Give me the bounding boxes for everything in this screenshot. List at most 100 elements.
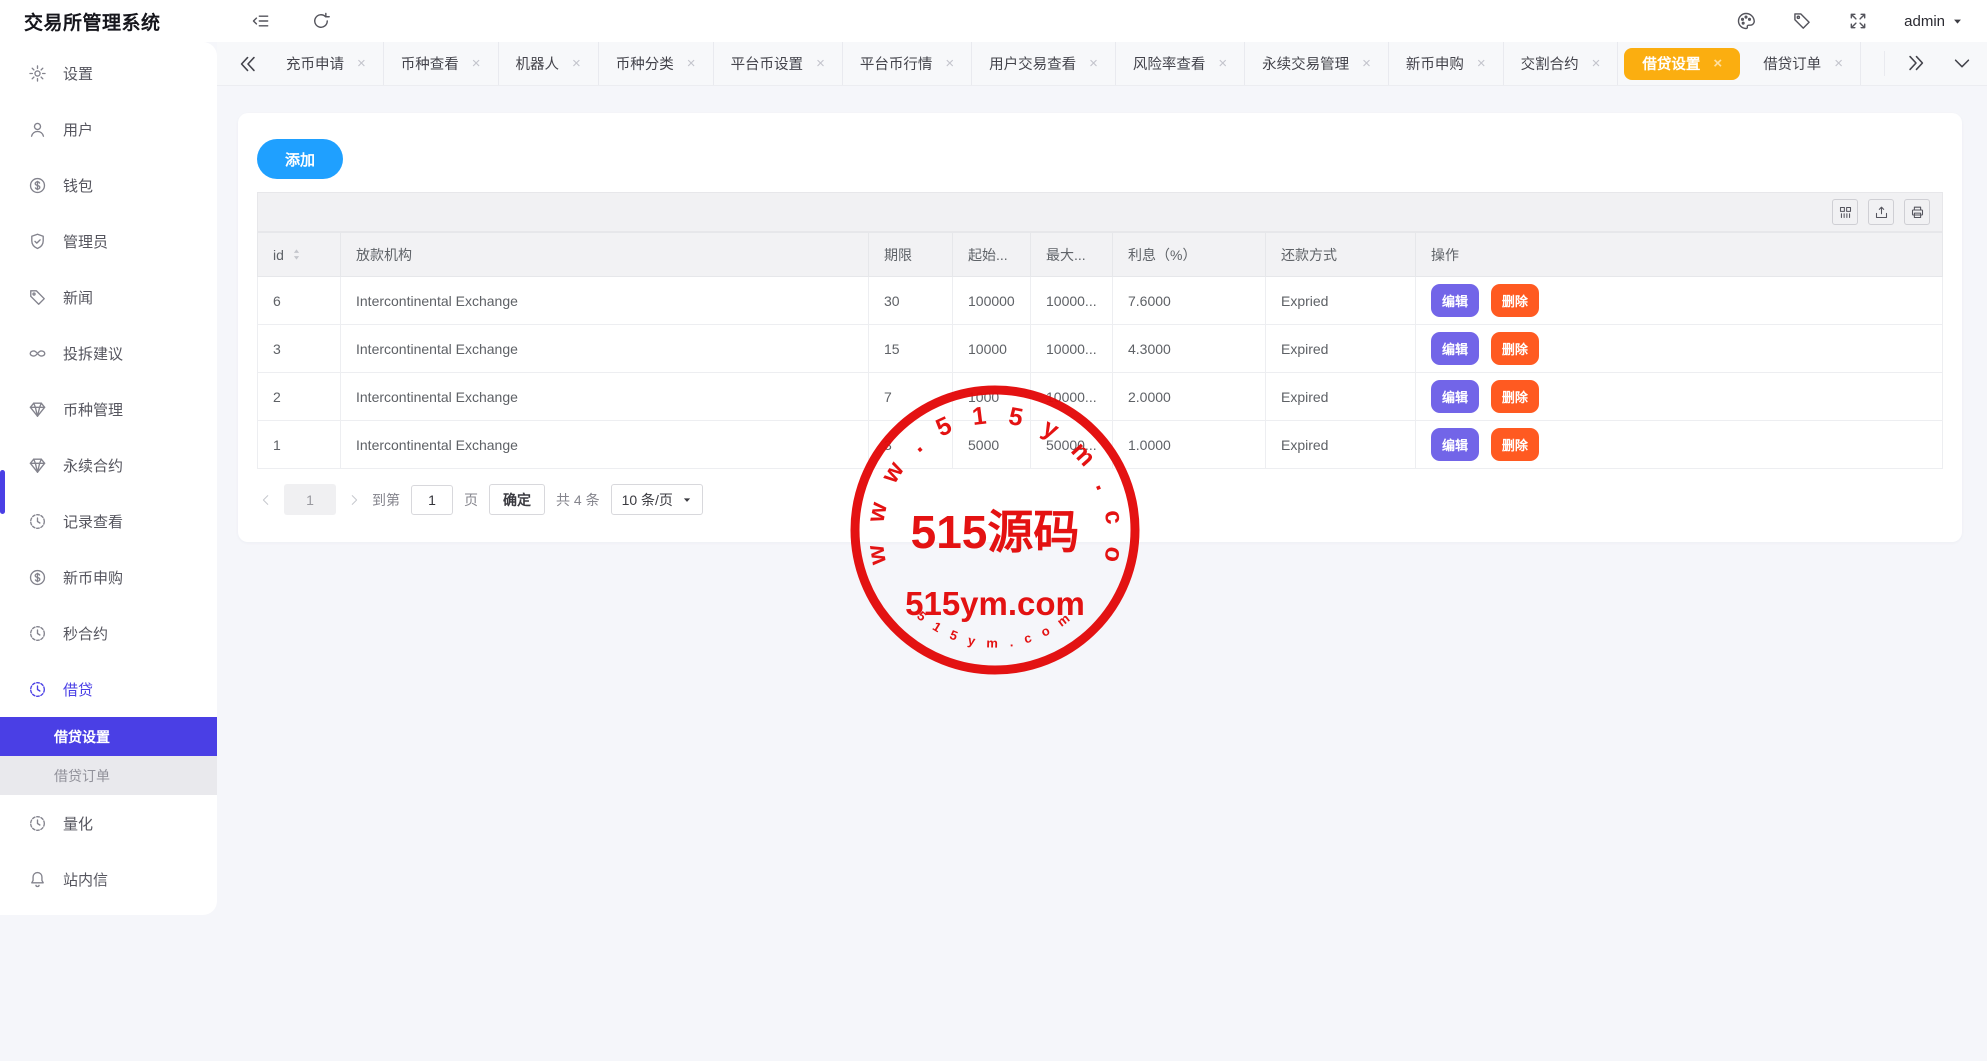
sidebar-item-icon bbox=[28, 120, 47, 139]
tabs-menu-chevron-icon[interactable] bbox=[1951, 52, 1973, 74]
page-size-select[interactable]: 10 条/页 bbox=[611, 484, 703, 515]
tab-close-icon[interactable]: × bbox=[1089, 56, 1098, 71]
next-page-icon[interactable] bbox=[347, 493, 361, 507]
current-page-badge[interactable]: 1 bbox=[284, 484, 336, 515]
tab-item[interactable]: 平台币设置 × bbox=[714, 42, 843, 85]
table-column-header[interactable]: 还款方式 bbox=[1266, 233, 1416, 277]
sidebar-item[interactable]: 秒合约 bbox=[0, 605, 217, 661]
cell-org: Intercontinental Exchange bbox=[341, 325, 869, 373]
edit-button[interactable]: 编辑 bbox=[1431, 332, 1479, 365]
cell-id: 1 bbox=[258, 421, 341, 469]
sidebar-item-label: 投拆建议 bbox=[63, 343, 123, 364]
tab-item[interactable]: 借贷订单 × bbox=[1746, 42, 1861, 85]
tab-item[interactable]: 币种查看 × bbox=[384, 42, 499, 85]
fullscreen-icon[interactable] bbox=[1848, 11, 1868, 31]
print-button[interactable] bbox=[1904, 199, 1930, 225]
tab-item[interactable]: 用户交易查看 × bbox=[972, 42, 1116, 85]
cell-id: 2 bbox=[258, 373, 341, 421]
theme-palette-icon[interactable] bbox=[1736, 11, 1756, 31]
sort-icon[interactable] bbox=[290, 248, 303, 261]
tab-item[interactable]: 永续交易管理 × bbox=[1245, 42, 1389, 85]
tab-close-icon[interactable]: × bbox=[1477, 56, 1486, 71]
refresh-icon[interactable] bbox=[311, 11, 331, 31]
sidebar-item-icon bbox=[28, 456, 47, 475]
prev-page-icon[interactable] bbox=[259, 493, 273, 507]
sidebar-subitem[interactable]: 借贷订单 bbox=[0, 756, 217, 795]
tab-item[interactable]: 机器人 × bbox=[499, 42, 599, 85]
tab-close-icon[interactable]: × bbox=[1592, 56, 1601, 71]
sidebar-item[interactable]: 新币申购 bbox=[0, 549, 217, 605]
delete-button[interactable]: 删除 bbox=[1491, 428, 1539, 461]
tab-close-icon[interactable]: × bbox=[1713, 56, 1722, 71]
sidebar-scrollbar-thumb[interactable] bbox=[0, 470, 5, 514]
sidebar-item[interactable]: 设置 bbox=[0, 45, 217, 101]
edit-button[interactable]: 编辑 bbox=[1431, 284, 1479, 317]
sidebar-item[interactable]: 新闻 bbox=[0, 269, 217, 325]
sidebar-subitem[interactable]: 借贷设置 bbox=[0, 717, 217, 756]
sidebar-item[interactable]: 量化 bbox=[0, 795, 217, 851]
sidebar-item[interactable]: 币种管理 bbox=[0, 381, 217, 437]
table-column-header[interactable]: id bbox=[258, 233, 341, 277]
sidebar-item[interactable]: 站内信 bbox=[0, 851, 217, 907]
delete-button[interactable]: 删除 bbox=[1491, 332, 1539, 365]
column-label: 利息（%） bbox=[1128, 245, 1196, 265]
tabs-scroll-left-icon[interactable] bbox=[237, 53, 259, 75]
add-button[interactable]: 添加 bbox=[257, 139, 343, 179]
delete-button[interactable]: 删除 bbox=[1491, 380, 1539, 413]
edit-button[interactable]: 编辑 bbox=[1431, 380, 1479, 413]
admin-dropdown[interactable]: admin bbox=[1904, 13, 1963, 30]
table-row: 1 Intercontinental Exchange 3 5000 50000… bbox=[258, 421, 1943, 469]
delete-button[interactable]: 删除 bbox=[1491, 284, 1539, 317]
tab-close-icon[interactable]: × bbox=[1834, 56, 1843, 71]
tab-item[interactable]: 币种分类 × bbox=[599, 42, 714, 85]
tab-close-icon[interactable]: × bbox=[472, 56, 481, 71]
tabs-scroll-right-icon[interactable] bbox=[1905, 52, 1927, 74]
sidebar-item-icon bbox=[28, 176, 47, 195]
sidebar-item[interactable]: 投拆建议 bbox=[0, 325, 217, 381]
sidebar-item[interactable]: 管理员 bbox=[0, 213, 217, 269]
cell-actions: 编辑 删除 bbox=[1416, 325, 1943, 373]
cell-org: Intercontinental Exchange bbox=[341, 421, 869, 469]
tab-item[interactable]: 风险率查看 × bbox=[1116, 42, 1245, 85]
table-row: 2 Intercontinental Exchange 7 1000 10000… bbox=[258, 373, 1943, 421]
export-button[interactable] bbox=[1868, 199, 1894, 225]
confirm-page-button[interactable]: 确定 bbox=[489, 484, 545, 515]
tab-close-icon[interactable]: × bbox=[1362, 56, 1371, 71]
column-label: 放款机构 bbox=[356, 245, 412, 265]
edit-button[interactable]: 编辑 bbox=[1431, 428, 1479, 461]
cell-interest: 1.0000 bbox=[1113, 421, 1266, 469]
table-column-header[interactable]: 最大... bbox=[1031, 233, 1113, 277]
columns-filter-button[interactable] bbox=[1832, 199, 1858, 225]
sidebar-item-icon bbox=[28, 400, 47, 419]
tab-item[interactable]: 充币申请 × bbox=[269, 42, 384, 85]
tag-icon[interactable] bbox=[1792, 11, 1812, 31]
sidebar-item[interactable]: 永续合约 bbox=[0, 437, 217, 493]
table-column-header[interactable]: 操作 bbox=[1416, 233, 1943, 277]
tab-label: 永续交易管理 bbox=[1262, 53, 1349, 74]
page-number-input[interactable] bbox=[411, 485, 453, 515]
sidebar-item[interactable]: 记录查看 bbox=[0, 493, 217, 549]
sidebar-menu-bottom: 量化 站内信 bbox=[0, 795, 217, 907]
tab-close-icon[interactable]: × bbox=[945, 56, 954, 71]
page-unit-label: 页 bbox=[464, 490, 478, 510]
sidebar-item[interactable]: 用户 bbox=[0, 101, 217, 157]
tab-item[interactable]: 借贷设置 × bbox=[1624, 48, 1740, 80]
table-column-header[interactable]: 放款机构 bbox=[341, 233, 869, 277]
table-column-header[interactable]: 起始... bbox=[953, 233, 1031, 277]
cell-repay: Expried bbox=[1266, 277, 1416, 325]
table-row: 3 Intercontinental Exchange 15 10000 100… bbox=[258, 325, 1943, 373]
tab-close-icon[interactable]: × bbox=[357, 56, 366, 71]
tab-close-icon[interactable]: × bbox=[687, 56, 696, 71]
sidebar-item[interactable]: 钱包 bbox=[0, 157, 217, 213]
tab-item[interactable]: 平台币行情 × bbox=[843, 42, 972, 85]
sidebar-item[interactable]: 借贷 bbox=[0, 661, 217, 717]
tab-item[interactable]: 新币申购 × bbox=[1389, 42, 1504, 85]
tab-close-icon[interactable]: × bbox=[572, 56, 581, 71]
menu-fold-icon[interactable] bbox=[251, 11, 271, 31]
sidebar-item-label: 新闻 bbox=[63, 287, 93, 308]
tab-close-icon[interactable]: × bbox=[1218, 56, 1227, 71]
table-column-header[interactable]: 利息（%） bbox=[1113, 233, 1266, 277]
table-column-header[interactable]: 期限 bbox=[869, 233, 953, 277]
tab-item[interactable]: 交割合约 × bbox=[1504, 42, 1619, 85]
tab-close-icon[interactable]: × bbox=[816, 56, 825, 71]
